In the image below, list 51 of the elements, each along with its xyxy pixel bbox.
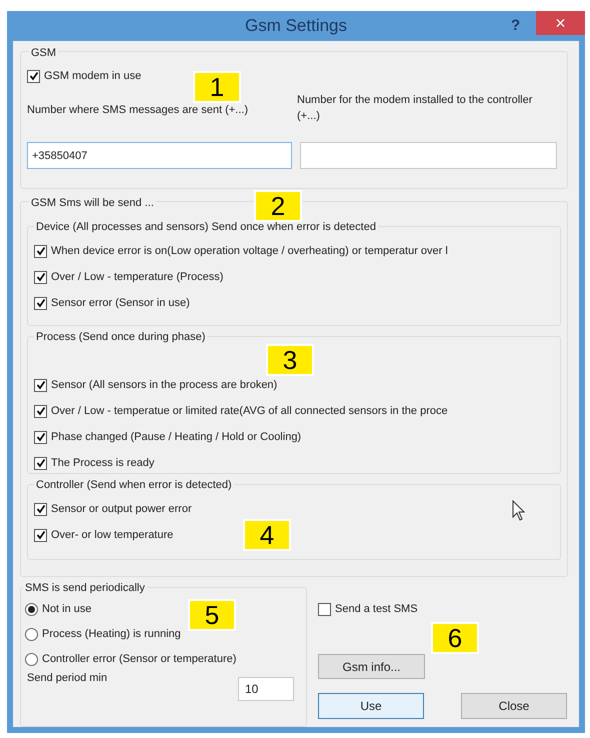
checkbox-label: Phase changed (Pause / Heating / Hold or Cooling) bbox=[51, 430, 302, 445]
checkbox-label: The Process is ready bbox=[51, 456, 154, 471]
group-title: Process (Send once during phase) bbox=[34, 329, 208, 346]
checkbox-label: When device error is on(Low operation voltage / overheating) or temperatur over l bbox=[51, 244, 448, 259]
checkbox[interactable] bbox=[34, 528, 47, 542]
checkbox[interactable] bbox=[318, 602, 331, 616]
dialog-button[interactable]: Close bbox=[461, 693, 567, 719]
field-label: Number where SMS messages are sent (+...) bbox=[27, 103, 249, 118]
help-button[interactable]: ? bbox=[511, 15, 520, 38]
annotation-number: 1 bbox=[193, 71, 241, 103]
phone-number-field[interactable]: +35850407 bbox=[27, 142, 292, 169]
checkbox-label: Sensor error (Sensor in use) bbox=[51, 296, 190, 311]
window-title: Gsm Settings bbox=[244, 15, 348, 38]
checkbox[interactable] bbox=[34, 502, 47, 516]
dialog-button[interactable]: Use bbox=[318, 693, 424, 719]
group-title: Device (All processes and sensors) Send once when error is detected bbox=[34, 219, 378, 236]
period-field[interactable]: 10 bbox=[238, 677, 294, 701]
checkbox-label: GSM modem in use bbox=[44, 68, 142, 84]
radio-button[interactable] bbox=[25, 628, 38, 640]
checkbox[interactable] bbox=[34, 270, 47, 284]
modem-number-field[interactable] bbox=[300, 142, 557, 169]
field-label: Send period min bbox=[26, 671, 108, 686]
radio-button[interactable] bbox=[25, 652, 38, 666]
annotation-number: 2 bbox=[254, 190, 302, 222]
annotation-number: 6 bbox=[431, 622, 479, 654]
checkbox[interactable] bbox=[34, 404, 47, 418]
checkbox[interactable] bbox=[27, 70, 40, 82]
close-button[interactable]: × bbox=[536, 11, 585, 35]
radio-label: Process (Heating) is running bbox=[42, 626, 181, 642]
checkbox-label: Over / Low - temperature (Process) bbox=[51, 270, 224, 285]
checkbox[interactable] bbox=[34, 456, 47, 470]
checkbox-label: Over- or low temperature bbox=[51, 528, 174, 543]
checkbox-label: Sensor or output power error bbox=[51, 502, 192, 517]
checkbox[interactable] bbox=[34, 430, 47, 444]
annotation-number: 5 bbox=[188, 599, 236, 631]
radio-label: Not in use bbox=[42, 602, 92, 617]
checkbox[interactable] bbox=[34, 296, 47, 310]
field-label: Number for the modem installed to the controller (+...) bbox=[297, 93, 534, 124]
radio-label: Controller error (Sensor or temperature) bbox=[42, 652, 236, 667]
gsm-info-button[interactable]: Gsm info... bbox=[318, 654, 425, 679]
cursor-icon bbox=[512, 500, 526, 521]
annotation-number: 4 bbox=[243, 519, 291, 551]
checkbox[interactable] bbox=[34, 378, 47, 392]
checkbox[interactable] bbox=[34, 244, 47, 258]
radio-button[interactable] bbox=[25, 602, 38, 616]
checkbox-label: Over / Low - temperatue or limited rate(AVG of all connected sensors in the proce bbox=[51, 404, 448, 419]
group-title: SMS is send periodically bbox=[23, 580, 147, 596]
group-title: Controller (Send when error is detected) bbox=[34, 477, 234, 494]
checkbox-label: Sensor (All sensors in the process are broken) bbox=[51, 378, 278, 393]
annotation-number: 3 bbox=[266, 344, 314, 376]
checkbox-label: Send a test SMS bbox=[335, 602, 418, 617]
